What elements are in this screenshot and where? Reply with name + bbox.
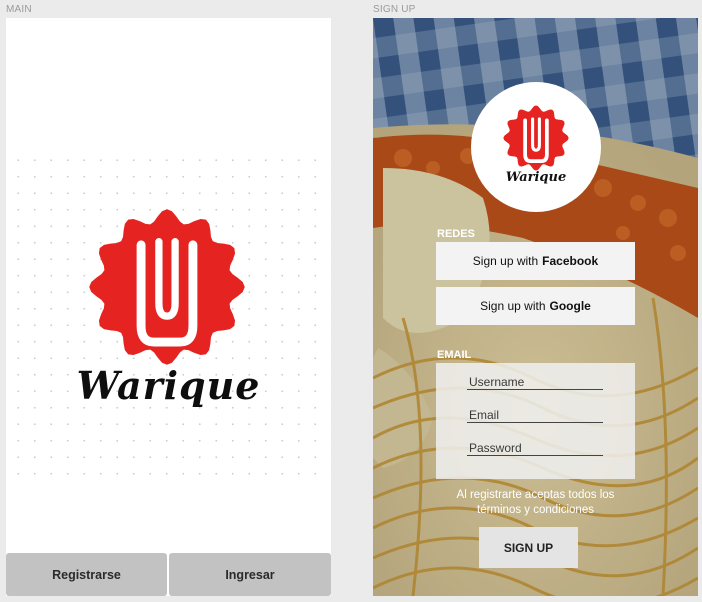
terms-line-2[interactable]: términos y condiciones: [433, 503, 638, 518]
email-field[interactable]: [467, 407, 603, 423]
google-signup-button[interactable]: Sign up with Google: [436, 287, 635, 325]
section-label-redes: REDES: [437, 228, 475, 240]
warique-badge-icon: [89, 209, 245, 365]
main-screen: Warique Registrarse Ingresar: [6, 18, 331, 596]
brand-wordmark: Warique: [505, 170, 567, 185]
brand-wordmark: Warique: [76, 363, 261, 408]
artboard-label-main: MAIN: [6, 4, 32, 15]
facebook-button-prefix: Sign up with: [472, 254, 539, 268]
signup-button[interactable]: SIGN UP: [479, 527, 578, 568]
signup-screen: Warique REDES Sign up with Facebook Sign…: [373, 18, 698, 596]
register-button[interactable]: Registrarse: [6, 553, 167, 596]
warique-badge-icon: [503, 105, 569, 171]
password-field[interactable]: [467, 440, 603, 456]
terms-text: Al registrarte aceptas todos los término…: [433, 488, 638, 517]
login-button[interactable]: Ingresar: [169, 553, 331, 596]
artboard-label-signup: SIGN UP: [373, 4, 416, 15]
username-field[interactable]: [467, 374, 603, 390]
google-button-name: Google: [549, 299, 591, 313]
terms-line-1: Al registrarte aceptas todos los: [456, 489, 615, 501]
section-label-email: EMAIL: [437, 349, 472, 361]
facebook-button-name: Facebook: [542, 254, 599, 268]
facebook-signup-button[interactable]: Sign up with Facebook: [436, 242, 635, 280]
google-button-prefix: Sign up with: [480, 299, 546, 313]
email-form-panel: [436, 363, 635, 479]
